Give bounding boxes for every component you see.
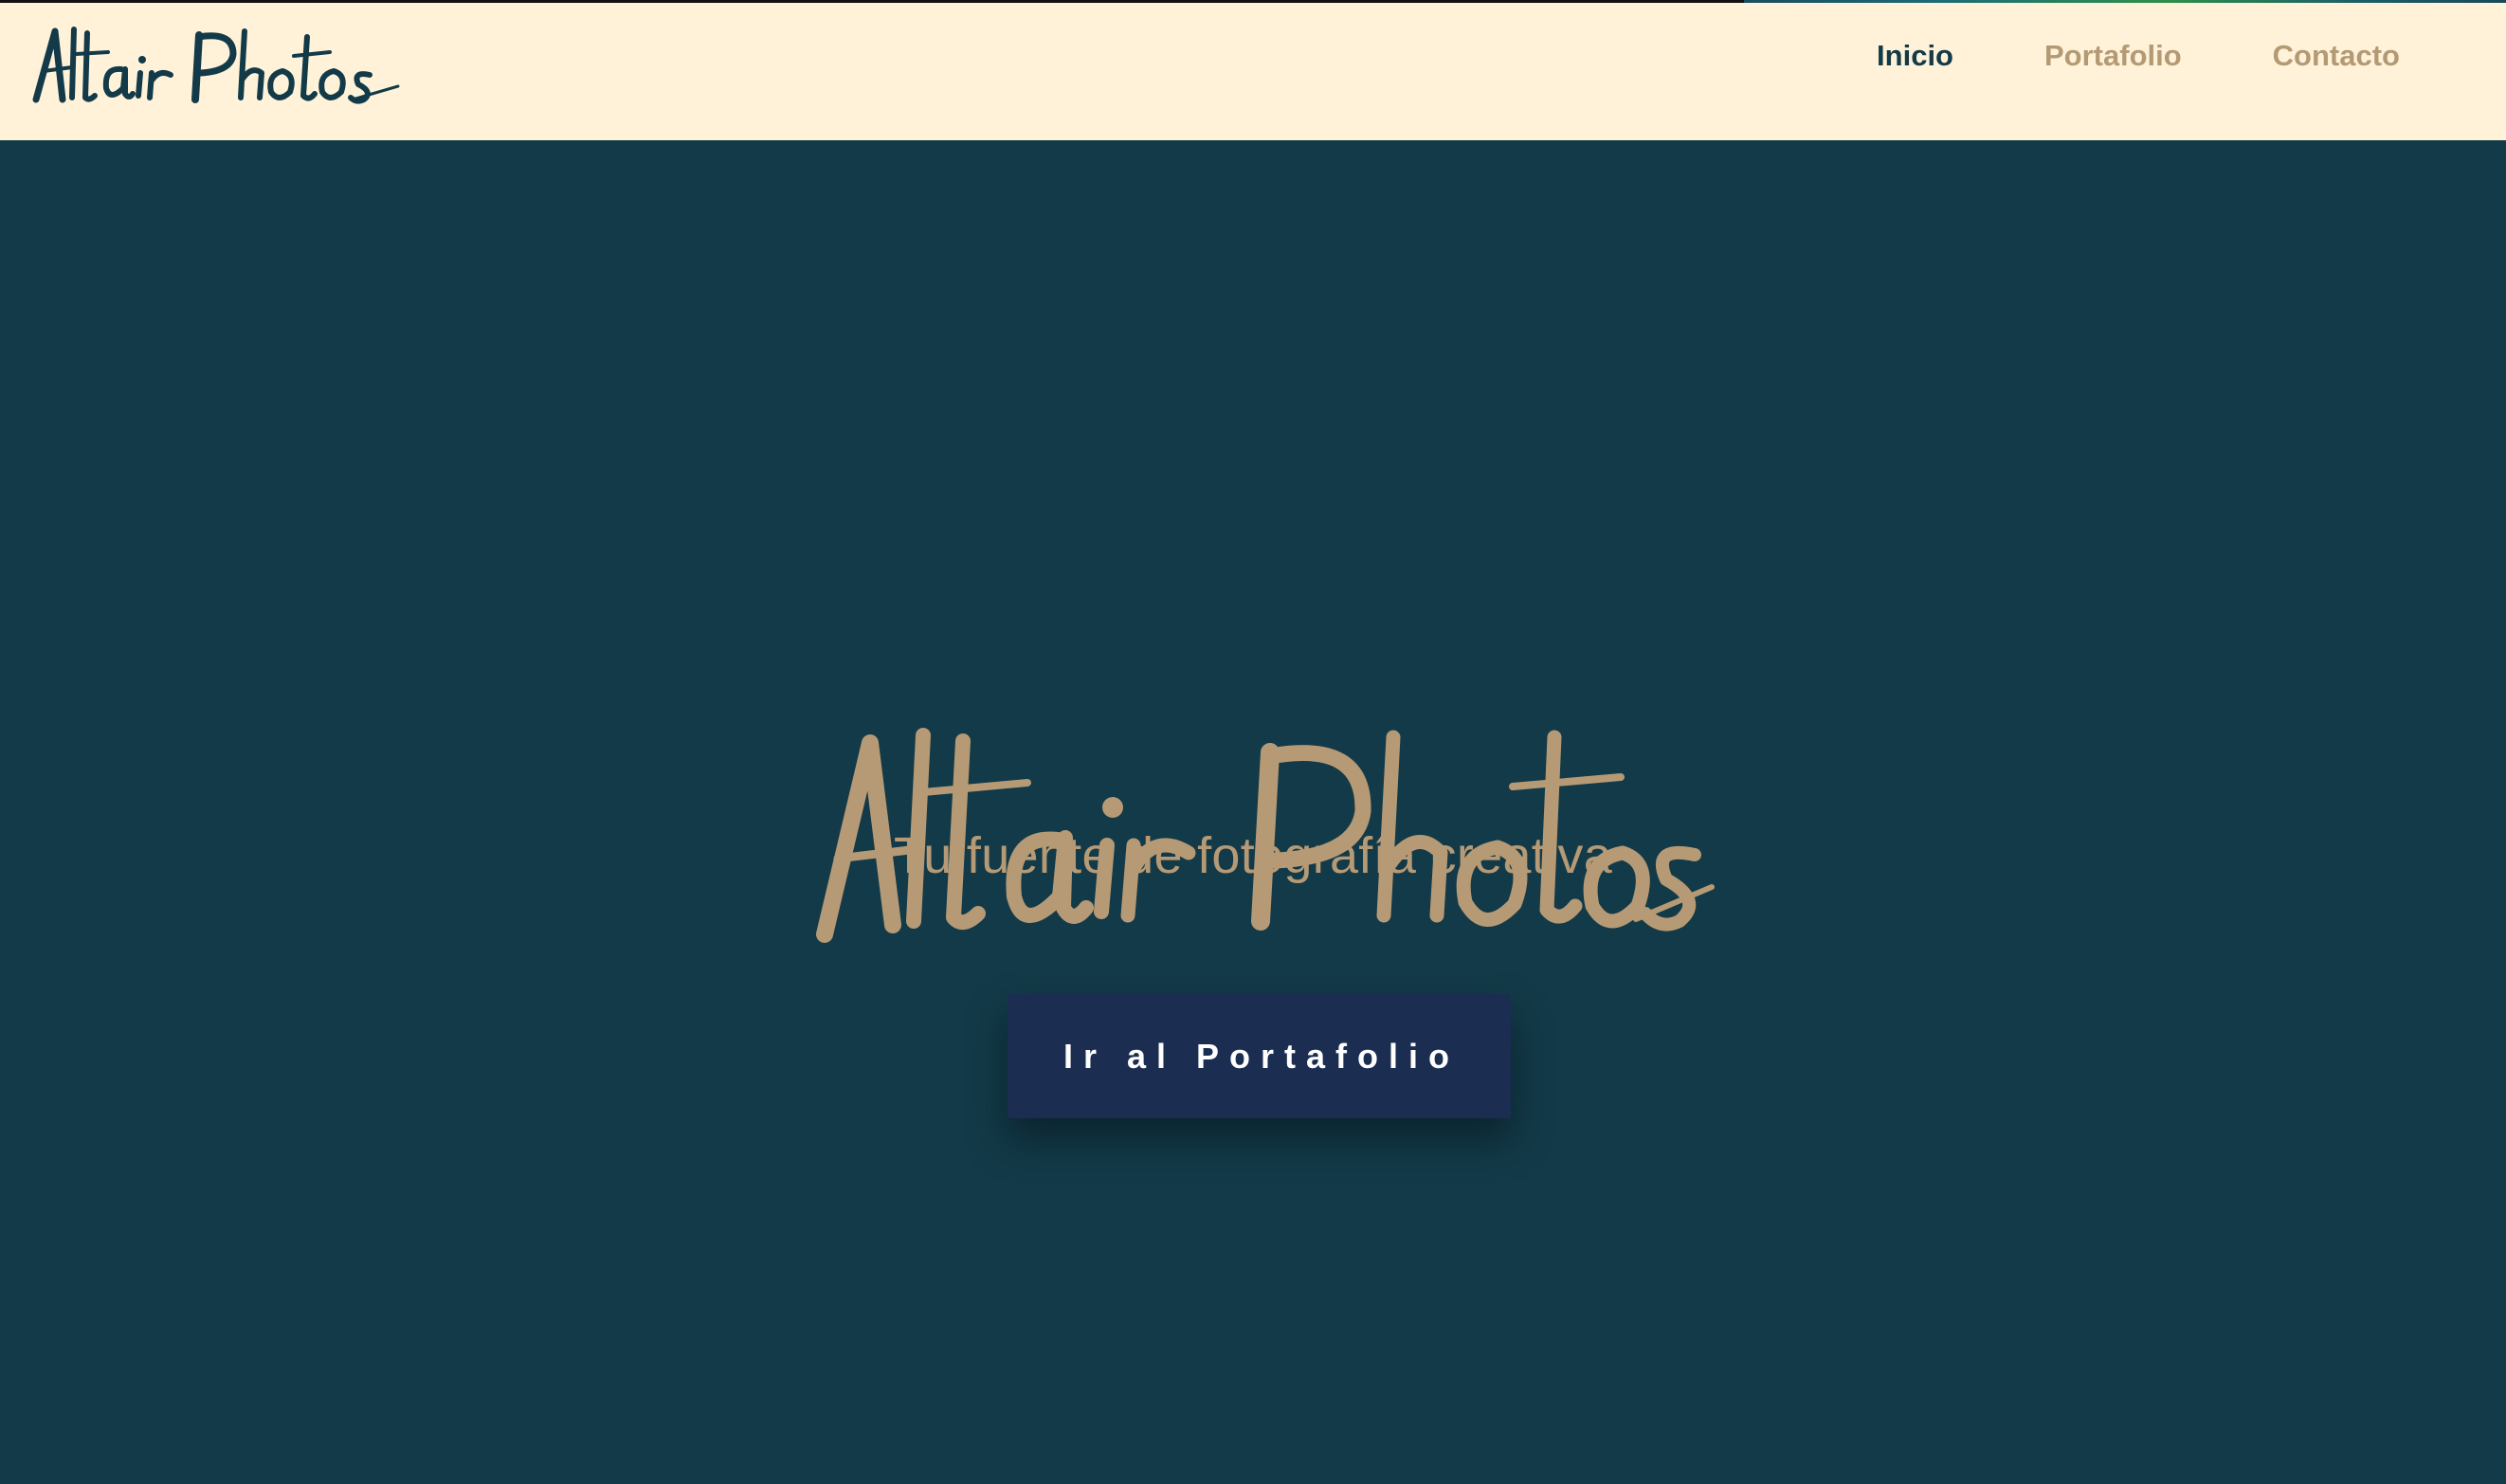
brand-logo[interactable]	[30, 12, 400, 107]
hero-subtitle: Tu fuente de fotografía creativa	[893, 827, 1613, 884]
hero-brand-logo	[816, 728, 1715, 943]
hero-section: Tu fuente de fotografía creativa Ir al P…	[0, 140, 2506, 1484]
nav-link-portafolio[interactable]: Portafolio	[2044, 37, 2182, 75]
nav-link-inicio[interactable]: Inicio	[1877, 37, 1953, 75]
main-nav: Inicio Portafolio Contacto	[1877, 37, 2400, 75]
navbar: Inicio Portafolio Contacto	[0, 3, 2506, 140]
nav-link-contacto[interactable]: Contacto	[2273, 37, 2400, 75]
portfolio-cta-button[interactable]: Ir al Portafolio	[1008, 994, 1511, 1118]
